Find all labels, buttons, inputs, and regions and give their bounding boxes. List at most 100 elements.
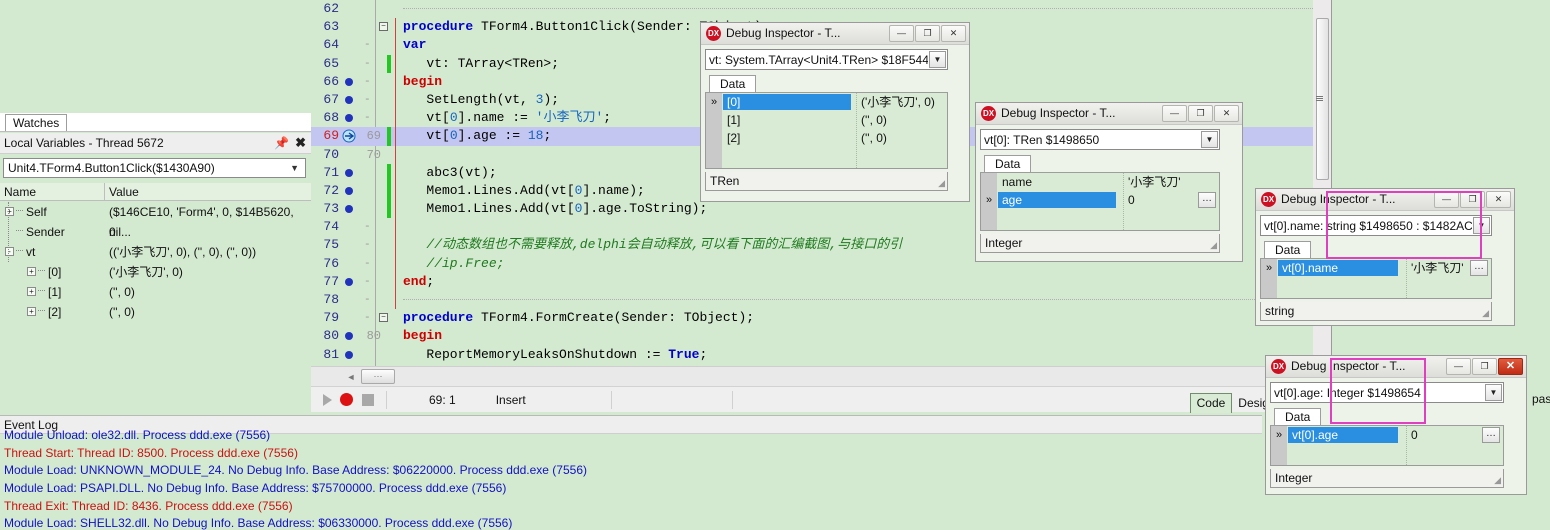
- inspector-expression-combobox[interactable]: vt[0]: TRen $1498650 ▼: [980, 129, 1220, 150]
- minimize-button[interactable]: —: [1446, 358, 1471, 375]
- code-text[interactable]: begin: [403, 73, 442, 91]
- inspector-data-grid[interactable]: » [0] ('小李飞刀', 0) [1] ('', 0) [2] ('', 0): [705, 93, 948, 169]
- inspector-field-value[interactable]: '小李飞刀': [1411, 259, 1464, 277]
- chevron-down-icon[interactable]: ▼: [1473, 217, 1490, 234]
- code-fold-icon[interactable]: −: [379, 22, 388, 32]
- code-text[interactable]: end;: [403, 273, 434, 291]
- editor-line[interactable]: 62: [311, 0, 1333, 18]
- window-controls[interactable]: — ❐ ✕: [1433, 191, 1511, 208]
- inspector-tab-row[interactable]: Data: [1270, 406, 1522, 426]
- inspector-field-name[interactable]: age: [998, 192, 1116, 208]
- debug-inspector-window[interactable]: DX Debug Inspector - T... — ❐ ✕ vt: System.TA…: [700, 22, 970, 202]
- resize-grip-icon[interactable]: ◢: [1482, 308, 1489, 319]
- inspector-row[interactable]: » vt[0].name '小李飞刀'…: [1261, 259, 1491, 277]
- local-variable-row[interactable]: + [1] ('', 0): [0, 282, 311, 302]
- local-variables-rows[interactable]: + Self ($146CE10, 'Form4', 0, $14B5620, ni…: [0, 202, 311, 322]
- minimize-button[interactable]: —: [1162, 105, 1187, 122]
- inspector-field-name[interactable]: [2]: [723, 130, 851, 146]
- maximize-button[interactable]: ❐: [1472, 358, 1497, 375]
- maximize-button[interactable]: ❐: [1188, 105, 1213, 122]
- grid-rows[interactable]: name '小李飞刀'» age 0…: [981, 173, 1219, 209]
- chevron-down-icon[interactable]: ▼: [929, 51, 946, 68]
- inspector-field-name[interactable]: [1]: [723, 112, 851, 128]
- expand-icon[interactable]: +: [5, 207, 14, 216]
- code-text[interactable]: begin: [403, 327, 442, 345]
- window-controls[interactable]: — ❐ ✕: [1445, 358, 1523, 375]
- scope-combobox[interactable]: Unit4.TForm4.Button1Click($1430A90) ▼: [3, 158, 306, 178]
- local-variable-row[interactable]: Sender 0: [0, 222, 311, 242]
- editor-hscroll-thumb[interactable]: ⋯: [361, 369, 395, 384]
- chevron-down-icon[interactable]: ▼: [1201, 131, 1218, 148]
- grid-rows[interactable]: » vt[0].age 0…: [1271, 426, 1503, 444]
- debug-inspector-window[interactable]: DX Debug Inspector - T... — ❐ ✕ vt[0].age: In…: [1265, 355, 1527, 495]
- expand-icon[interactable]: +: [27, 287, 36, 296]
- edit-value-button[interactable]: …: [1198, 192, 1216, 208]
- inspector-field-value[interactable]: ('', 0): [861, 129, 887, 147]
- debug-inspector-window[interactable]: DX Debug Inspector - T... — ❐ ✕ vt[0]: TRen $…: [975, 102, 1243, 262]
- chevron-down-icon[interactable]: ▼: [1485, 384, 1502, 401]
- run-icon[interactable]: [323, 393, 332, 406]
- scroll-left-arrow-icon[interactable]: ◄: [345, 371, 357, 383]
- inspector-tab-row[interactable]: Data: [1260, 239, 1510, 259]
- inspector-field-name[interactable]: vt[0].name: [1278, 260, 1398, 276]
- maximize-button[interactable]: ❐: [915, 25, 940, 42]
- chevron-down-icon[interactable]: ▼: [290, 163, 299, 173]
- code-text[interactable]: vt[0].name := '小李飞刀';: [403, 109, 611, 127]
- inspector-tab-data[interactable]: Data: [1264, 241, 1312, 259]
- inspector-tab-data[interactable]: Data: [709, 75, 757, 93]
- code-text[interactable]: Memo1.Lines.Add(vt[0].name);: [403, 182, 644, 200]
- minimize-button[interactable]: —: [1434, 191, 1459, 208]
- edit-value-button[interactable]: …: [1470, 260, 1488, 276]
- expand-icon[interactable]: +: [27, 307, 36, 316]
- breakpoint-icon[interactable]: [345, 277, 353, 286]
- breakpoint-icon[interactable]: [345, 95, 353, 104]
- inspector-field-name[interactable]: name: [998, 174, 1116, 190]
- close-button[interactable]: ✕: [1214, 105, 1239, 122]
- breakpoint-icon[interactable]: [345, 168, 353, 177]
- local-variable-row[interactable]: + [0] ('小李飞刀', 0): [0, 262, 311, 282]
- close-icon[interactable]: ✖: [295, 135, 306, 151]
- expand-icon[interactable]: +: [27, 267, 36, 276]
- editor-line[interactable]: 81 ReportMemoryLeaksOnShutdown := True;: [311, 346, 1333, 364]
- inspector-field-name[interactable]: vt[0].age: [1288, 427, 1398, 443]
- grid-rows[interactable]: » [0] ('小李飞刀', 0) [1] ('', 0) [2] ('', 0): [706, 93, 947, 147]
- breakpoint-icon[interactable]: [345, 186, 353, 195]
- event-log-entry[interactable]: Thread Start: Thread ID: 8500. Process d…: [0, 445, 1262, 463]
- inspector-row[interactable]: [1] ('', 0): [706, 111, 947, 129]
- breakpoint-icon[interactable]: [345, 205, 353, 214]
- inspector-expression-combobox[interactable]: vt[0].age: Integer $1498654 ▼: [1270, 382, 1504, 403]
- event-log-entry[interactable]: Thread Exit: Thread ID: 8436. Process dd…: [0, 498, 1262, 516]
- code-text[interactable]: abc3(vt);: [403, 164, 496, 182]
- close-button[interactable]: ✕: [1486, 191, 1511, 208]
- grid-rows[interactable]: » vt[0].name '小李飞刀'…: [1261, 259, 1491, 277]
- inspector-expression-combobox[interactable]: vt[0].name: string $1498650 : $1482ACC ▼: [1260, 215, 1492, 236]
- minimize-button[interactable]: —: [889, 25, 914, 42]
- code-fold-icon[interactable]: −: [379, 313, 388, 323]
- inspector-data-grid[interactable]: » vt[0].age 0…: [1270, 426, 1504, 466]
- code-text[interactable]: Memo1.Lines.Add(vt[0].age.ToString);: [403, 200, 707, 218]
- editor-line[interactable]: 79 - − procedure TForm4.FormCreate(Sender: …: [311, 309, 1333, 327]
- inspector-field-value[interactable]: ('', 0): [861, 111, 887, 129]
- resize-grip-icon[interactable]: ◢: [1494, 475, 1501, 486]
- inspector-field-name[interactable]: [0]: [723, 94, 851, 110]
- edit-value-button[interactable]: …: [1482, 427, 1500, 443]
- inspector-data-grid[interactable]: name '小李飞刀'» age 0…: [980, 173, 1220, 231]
- local-variable-row[interactable]: + Self ($146CE10, 'Form4', 0, $14B5620, ni…: [0, 202, 311, 239]
- window-controls[interactable]: — ❐ ✕: [1161, 105, 1239, 122]
- event-log-entry[interactable]: Module Load: PSAPI.DLL. No Debug Info. B…: [0, 480, 1262, 498]
- tab-watches[interactable]: Watches: [5, 114, 68, 131]
- inspector-field-value[interactable]: ('小李飞刀', 0): [861, 93, 935, 111]
- watches-tab-row[interactable]: Watches: [0, 113, 311, 132]
- breakpoint-icon[interactable]: [345, 114, 353, 123]
- maximize-button[interactable]: ❐: [1460, 191, 1485, 208]
- code-text[interactable]: vt: TArray<TRen>;: [403, 55, 559, 73]
- column-divider[interactable]: [104, 183, 105, 201]
- editor-tab-code[interactable]: Code: [1189, 392, 1233, 413]
- event-log-entry[interactable]: Module Unload: ole32.dll. Process ddd.ex…: [0, 427, 1262, 445]
- editor-horizontal-scrollbar[interactable]: ◄ ⋯: [311, 366, 1333, 386]
- close-button[interactable]: ✕: [1498, 358, 1523, 375]
- inspector-tab-data[interactable]: Data: [1274, 408, 1322, 426]
- editor-line[interactable]: 80 80 begin: [311, 327, 1333, 345]
- event-log-entry[interactable]: Module Load: UNKNOWN_MODULE_24. No Debug…: [0, 462, 1262, 480]
- local-variable-row[interactable]: + [2] ('', 0): [0, 302, 311, 322]
